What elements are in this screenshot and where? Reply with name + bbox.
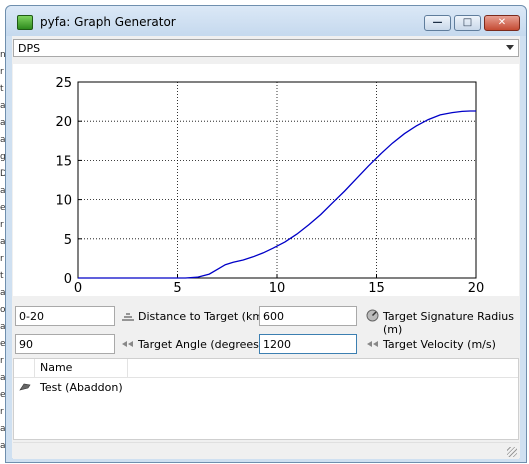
resize-grip-icon[interactable] xyxy=(507,447,517,457)
angle-label: Target Angle (degrees) xyxy=(138,338,264,351)
y-tick-label: 15 xyxy=(55,154,72,169)
plot-frame xyxy=(77,81,477,279)
graph-window: pyfa: Graph Generator — □ ✕ DPS 0 5 10 15 20… xyxy=(5,5,527,463)
y-tick-label: 10 xyxy=(55,194,72,209)
x-tick-label: 15 xyxy=(368,281,385,296)
graph-type-value: DPS xyxy=(18,42,41,55)
list-item[interactable]: Test (Abaddon) xyxy=(14,379,518,397)
y-tick-label: 25 xyxy=(55,76,72,91)
sig-radius-input[interactable]: 600 xyxy=(259,306,357,326)
x-tick-label: 0 xyxy=(74,281,82,296)
chevron-down-icon[interactable] xyxy=(506,45,514,50)
distance-label: Distance to Target (km) xyxy=(138,310,268,323)
x-tick-label: 5 xyxy=(173,281,181,296)
graph-type-select[interactable]: DPS xyxy=(13,39,519,57)
signature-radius-icon xyxy=(366,309,379,322)
dps-chart: 0 5 10 15 20 0 5 10 15 20 25 xyxy=(55,76,485,296)
x-tick-label: 10 xyxy=(269,281,286,296)
plot-panel: 0 5 10 15 20 0 5 10 15 20 25 xyxy=(13,64,519,296)
title-bar[interactable]: pyfa: Graph Generator — □ ✕ xyxy=(6,6,526,36)
minimize-button[interactable]: — xyxy=(424,15,451,31)
maximize-button[interactable]: □ xyxy=(454,15,481,31)
velocity-input[interactable]: 1200 xyxy=(259,334,357,354)
distance-input[interactable]: 0-20 xyxy=(15,306,115,326)
fit-list[interactable]: Name Test (Abaddon) xyxy=(13,358,519,440)
distance-icon xyxy=(122,313,134,321)
column-header-name[interactable]: Name xyxy=(40,361,72,374)
fit-list-header: Name xyxy=(14,359,518,378)
close-icon: ✕ xyxy=(497,17,507,28)
fit-name: Test (Abaddon) xyxy=(40,381,123,394)
window-title: pyfa: Graph Generator xyxy=(40,15,176,29)
client-area: DPS 0 5 10 15 20 0 5 10 15 20 25 0-20 Distance to … xyxy=(12,36,520,459)
status-bar xyxy=(13,442,519,459)
angle-icon xyxy=(122,341,133,347)
sig-radius-label: Target Signature Radius (m) xyxy=(383,310,514,336)
close-button[interactable]: ✕ xyxy=(484,15,520,31)
ship-icon xyxy=(19,383,31,391)
velocity-label: Target Velocity (m/s) xyxy=(383,338,496,351)
x-tick-label: 20 xyxy=(468,281,485,296)
maximize-icon: □ xyxy=(462,17,473,28)
y-tick-label: 20 xyxy=(55,115,72,130)
angle-input[interactable]: 90 xyxy=(15,334,115,354)
minimize-icon: — xyxy=(432,17,443,28)
velocity-icon xyxy=(367,341,378,347)
app-icon xyxy=(17,15,33,30)
y-tick-label: 5 xyxy=(64,233,72,248)
y-tick-label: 0 xyxy=(64,272,72,287)
graph-controls: 0-20 Distance to Target (km) 600 Target … xyxy=(12,298,520,356)
